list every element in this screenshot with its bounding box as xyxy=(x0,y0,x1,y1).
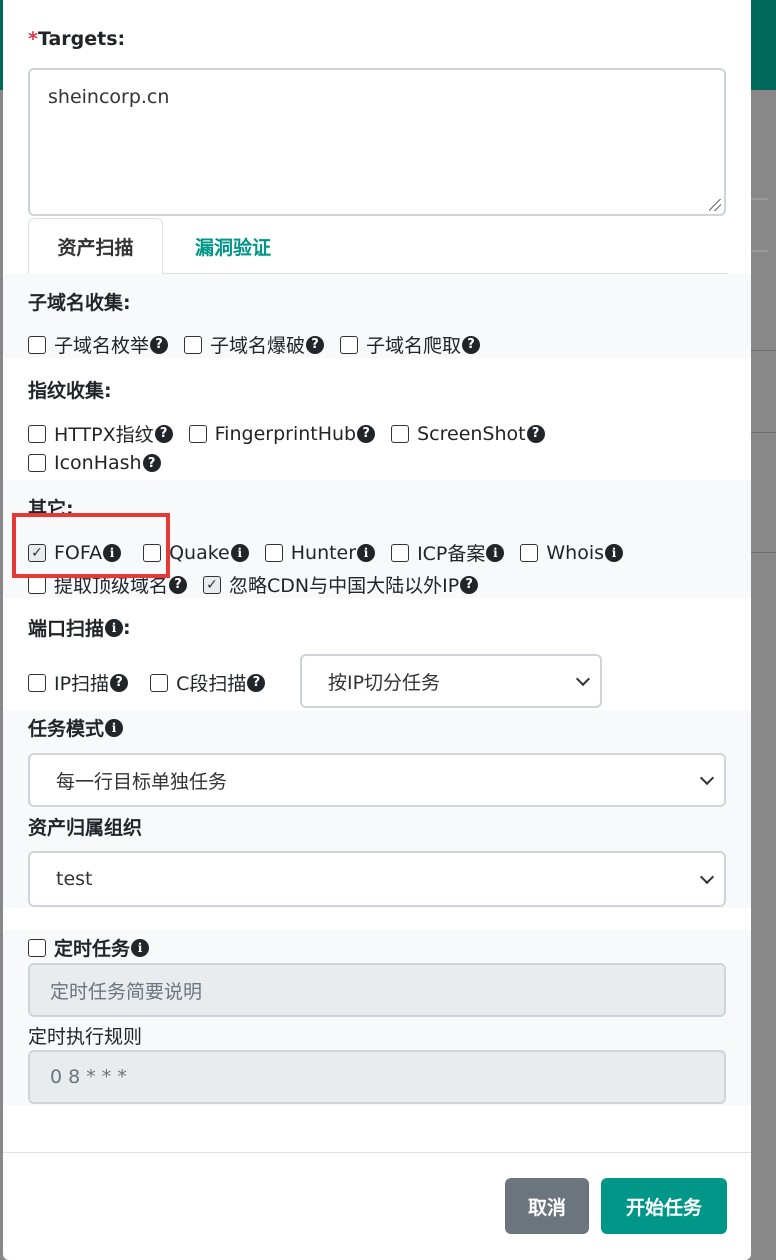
info-icon[interactable]: i xyxy=(486,543,505,562)
question-icon[interactable]: ? xyxy=(142,454,161,472)
option-iconhash[interactable]: IconHash? xyxy=(28,452,161,474)
org-title: 资产归属组织 xyxy=(28,817,143,839)
checkbox[interactable] xyxy=(28,673,46,692)
chevron-down-icon xyxy=(699,770,715,786)
task-mode-title: 任务模式 i xyxy=(28,714,124,741)
checkbox[interactable] xyxy=(264,543,283,562)
required-mark: * xyxy=(28,28,38,50)
fingerprint-options-row2: IconHash? xyxy=(28,452,177,474)
option-screenshot[interactable]: ScreenShot? xyxy=(391,423,545,445)
background-divider xyxy=(750,432,776,433)
schedule-section: 定时任务 i 定时任务简要说明 定时执行规则 0 8 * * * xyxy=(3,930,751,1105)
option-httpx[interactable]: HTTPX指纹? xyxy=(28,420,173,447)
task-tabs: 资产扫描 漏洞验证 xyxy=(28,218,728,275)
schedule-rule-input[interactable]: 0 8 * * * xyxy=(28,1050,726,1104)
cancel-button[interactable]: 取消 xyxy=(505,1178,589,1234)
info-icon[interactable]: i xyxy=(105,618,124,637)
question-icon[interactable]: ? xyxy=(462,335,481,354)
checkbox[interactable] xyxy=(28,575,46,594)
chevron-down-icon xyxy=(699,869,715,885)
checkbox[interactable] xyxy=(28,938,46,957)
tab-vuln-verify[interactable]: 漏洞验证 xyxy=(178,218,288,274)
checkbox[interactable] xyxy=(188,424,207,443)
question-icon[interactable]: ? xyxy=(247,673,266,692)
org-select[interactable]: test xyxy=(28,851,726,907)
option-ignore-cdn[interactable]: ✓ 忽略CDN与中国大陆以外IP? xyxy=(203,571,479,598)
targets-value: sheincorp.cn xyxy=(48,86,170,108)
option-hunter[interactable]: Hunter i xyxy=(264,542,376,564)
targets-label-text: Targets: xyxy=(37,28,126,50)
checkbox[interactable] xyxy=(28,335,46,354)
schedule-toggle[interactable]: 定时任务 i xyxy=(28,934,150,961)
option-subdomain-brute[interactable]: 子域名爆破? xyxy=(184,331,325,358)
info-icon[interactable]: i xyxy=(131,938,150,957)
start-task-button[interactable]: 开始任务 xyxy=(601,1178,727,1234)
checkbox[interactable] xyxy=(150,673,169,692)
option-fingerprinthub[interactable]: FingerprintHub? xyxy=(188,423,376,445)
checkbox[interactable] xyxy=(391,543,410,562)
fingerprint-options-row1: HTTPX指纹? FingerprintHub? ScreenShot? xyxy=(28,420,561,447)
port-scan-section: 端口扫描 i: IP扫描? C段扫描? 按IP切分任务 xyxy=(3,598,751,710)
option-whois[interactable]: Whois i xyxy=(520,542,624,564)
subdomain-section: 子域名收集: 子域名枚举? 子域名爆破? 子域名爬取? xyxy=(3,274,751,358)
chevron-down-icon xyxy=(575,671,591,687)
info-icon[interactable]: i xyxy=(105,718,124,737)
option-icp[interactable]: ICP备案 i xyxy=(391,539,505,566)
fingerprint-title: 指纹收集: xyxy=(28,380,112,402)
info-icon[interactable]: i xyxy=(230,543,249,562)
info-icon[interactable]: i xyxy=(357,543,376,562)
option-subdomain-enum[interactable]: 子域名枚举? xyxy=(28,331,169,358)
question-icon[interactable]: ? xyxy=(460,575,479,594)
checkbox[interactable] xyxy=(520,543,539,562)
fingerprint-section: 指纹收集: HTTPX指纹? FingerprintHub? ScreenSho… xyxy=(3,358,751,480)
question-icon[interactable]: ? xyxy=(169,575,188,594)
subdomain-options: 子域名枚举? 子域名爆破? 子域名爬取? xyxy=(28,331,496,358)
question-icon[interactable]: ? xyxy=(150,335,169,354)
question-icon[interactable]: ? xyxy=(306,335,325,354)
targets-textarea[interactable]: sheincorp.cn xyxy=(28,68,726,216)
option-c-segment-scan[interactable]: C段扫描? xyxy=(150,669,266,696)
targets-label: *Targets: xyxy=(28,28,125,50)
question-icon[interactable]: ? xyxy=(110,673,129,692)
question-icon[interactable]: ? xyxy=(154,424,173,443)
port-scan-title: 端口扫描 i: xyxy=(28,616,131,641)
schedule-rule-label: 定时执行规则 xyxy=(28,1026,143,1048)
resize-handle-icon[interactable] xyxy=(709,199,721,211)
task-mode-section: 任务模式 i 每一行目标单独任务 资产归属组织 test xyxy=(3,710,751,908)
question-icon[interactable]: ? xyxy=(526,424,545,443)
checkbox[interactable] xyxy=(28,424,46,443)
checkbox[interactable] xyxy=(391,424,410,443)
question-icon[interactable]: ? xyxy=(357,424,376,443)
option-ip-scan[interactable]: IP扫描? xyxy=(28,669,129,696)
task-mode-select[interactable]: 每一行目标单独任务 xyxy=(28,753,726,807)
option-subdomain-crawl[interactable]: 子域名爬取? xyxy=(340,331,481,358)
split-task-select[interactable]: 按IP切分任务 xyxy=(300,654,602,708)
port-scan-options: IP扫描? C段扫描? xyxy=(28,669,281,696)
background-divider xyxy=(750,552,776,553)
highlight-box xyxy=(12,513,170,578)
schedule-description-input[interactable]: 定时任务简要说明 xyxy=(28,963,726,1017)
checkbox[interactable] xyxy=(340,335,359,354)
background-divider xyxy=(750,350,776,351)
footer-divider xyxy=(3,1152,751,1153)
checkbox[interactable] xyxy=(28,454,46,472)
checkbox[interactable] xyxy=(184,335,203,354)
subdomain-title: 子域名收集: xyxy=(28,292,131,314)
checkbox-checked[interactable]: ✓ xyxy=(203,575,222,594)
info-icon[interactable]: i xyxy=(605,543,624,562)
tab-asset-scan[interactable]: 资产扫描 xyxy=(28,218,163,275)
